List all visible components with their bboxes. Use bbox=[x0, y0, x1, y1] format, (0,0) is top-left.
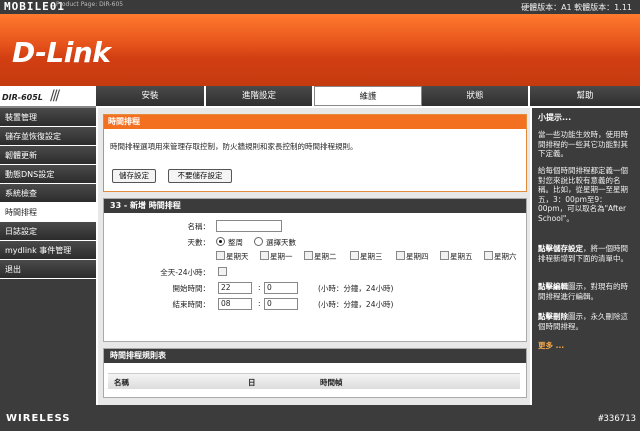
schedule-rules-list-section: 時間排程規則表 名稱 日 時間幀 bbox=[103, 348, 527, 398]
section-title: 時間排程 bbox=[104, 115, 526, 129]
day-label-sat: 星期六 bbox=[494, 252, 517, 261]
sidebar-item-logout[interactable]: 退出 bbox=[0, 260, 96, 279]
hardware-firmware-version: 硬體版本：A1 軟體版本：1.11 bbox=[521, 3, 632, 12]
dont-save-settings-button[interactable]: 不要儲存設定 bbox=[168, 169, 232, 183]
end-time-label: 結束時間： bbox=[172, 300, 211, 309]
start-hour-input[interactable]: 22 bbox=[218, 282, 252, 294]
tab-maintenance[interactable]: 維護 bbox=[314, 86, 422, 106]
sidebar-item-firmware-update[interactable]: 韌體更新 bbox=[0, 146, 96, 165]
brand-header: D-Link bbox=[0, 14, 640, 86]
dlink-logo: D-Link bbox=[12, 36, 111, 69]
name-label: 名稱： bbox=[187, 222, 211, 231]
day-checkbox-sat[interactable] bbox=[484, 251, 493, 260]
select-days-label: 選擇天數 bbox=[266, 238, 296, 247]
intro-description: 時間排程選項用來管理存取控制，防火牆規則和家長控制的時間排程規則。 bbox=[110, 142, 358, 151]
day-label-thu: 星期四 bbox=[406, 252, 429, 261]
day-checkbox-sun[interactable] bbox=[216, 251, 225, 260]
all-day-label: 全天-24小時： bbox=[160, 268, 210, 277]
time-format-hint: (小時：分鐘，24小時) bbox=[318, 300, 394, 309]
rules-table-header: 名稱 日 時間幀 bbox=[108, 373, 520, 389]
sidebar-item-system-check[interactable]: 系統檢查 bbox=[0, 184, 96, 203]
column-day: 日 bbox=[248, 378, 256, 387]
schedule-name-input[interactable] bbox=[216, 220, 282, 232]
help-bold: 點擊刪除 bbox=[538, 312, 568, 321]
save-settings-button[interactable]: 儲存設定 bbox=[112, 169, 156, 183]
sidebar-item-device-admin[interactable]: 裝置管理 bbox=[0, 108, 96, 127]
end-hour-input[interactable]: 08 bbox=[218, 298, 252, 310]
product-page-tag: Product Page: DIR-605 bbox=[56, 1, 124, 8]
help-panel: 小提示... 當一些功能生效時，使用時間排程的一些其它功能對其下定義。 給每個時… bbox=[532, 108, 640, 405]
post-id-watermark: #336713 bbox=[598, 414, 636, 424]
day-checkbox-fri[interactable] bbox=[440, 251, 449, 260]
main-content: 時間排程 時間排程選項用來管理存取控制，防火牆規則和家長控制的時間排程規則。 儲… bbox=[98, 108, 530, 405]
help-paragraph: 當一些功能生效時，使用時間排程的一些其它功能對其下定義。 bbox=[538, 130, 628, 158]
tab-help[interactable]: 幫助 bbox=[530, 86, 640, 106]
day-label-wed: 星期三 bbox=[360, 252, 383, 261]
footer: WIRELESS #336713 bbox=[0, 405, 640, 431]
day-label-fri: 星期五 bbox=[450, 252, 473, 261]
help-paragraph: 點擊編輯圖示，對現有的時間排程進行編輯。 bbox=[538, 282, 634, 301]
sidebar-item-mydlink-events[interactable]: mydlink 事件管理 bbox=[0, 241, 96, 260]
schedules-intro-section: 時間排程 時間排程選項用來管理存取控制，防火牆規則和家長控制的時間排程規則。 儲… bbox=[103, 114, 527, 192]
time-format-hint: (小時：分鐘，24小時) bbox=[318, 284, 394, 293]
day-label-sun: 星期天 bbox=[226, 252, 249, 261]
day-checkbox-mon[interactable] bbox=[260, 251, 269, 260]
day-checkbox-tue[interactable] bbox=[304, 251, 313, 260]
model-bar: DIR-605L /// bbox=[0, 86, 96, 108]
section-title: 33 - 新增 時間排程 bbox=[104, 199, 526, 213]
wireless-logo: WIRELESS bbox=[6, 413, 71, 424]
help-paragraph: 給每個時間排程都定義一個對您來說比較有意義的名稱。比如，從星期一至星期五，3：0… bbox=[538, 166, 628, 223]
help-bold: 點擊儲存設定 bbox=[538, 244, 583, 253]
select-days-radio[interactable] bbox=[254, 237, 263, 246]
main-tabs: 安裝 進階設定 維護 狀態 幫助 bbox=[96, 86, 640, 106]
day-label-tue: 星期二 bbox=[314, 252, 337, 261]
start-minute-input[interactable]: 0 bbox=[264, 282, 298, 294]
sidebar-item-save-restore[interactable]: 儲存並恢復設定 bbox=[0, 127, 96, 146]
day-checkbox-thu[interactable] bbox=[396, 251, 405, 260]
sidebar-item-schedules[interactable]: 時間排程 bbox=[0, 203, 96, 222]
day-label-mon: 星期一 bbox=[270, 252, 293, 261]
section-title: 時間排程規則表 bbox=[104, 349, 526, 363]
days-label: 天數： bbox=[187, 238, 211, 247]
model-slash-decoration: /// bbox=[50, 88, 60, 104]
column-name: 名稱 bbox=[114, 378, 129, 387]
top-bar: MOBILE01 Product Page: DIR-605 硬體版本：A1 軟… bbox=[0, 0, 640, 14]
time-separator: : bbox=[258, 283, 261, 292]
tab-status[interactable]: 狀態 bbox=[422, 86, 530, 106]
all-week-radio[interactable] bbox=[216, 237, 225, 246]
help-paragraph: 點擊儲存設定，將一個時間排程新增到下面的清單中。 bbox=[538, 244, 634, 263]
add-schedule-section: 33 - 新增 時間排程 名稱： 天數： 整周 選擇天數 星期天 星期一 星期二… bbox=[103, 198, 527, 342]
help-title: 小提示... bbox=[538, 113, 572, 122]
help-bold: 點擊編輯 bbox=[538, 282, 568, 291]
column-time-frame: 時間幀 bbox=[320, 378, 343, 387]
start-time-label: 開始時間： bbox=[172, 284, 211, 293]
sidebar-item-ddns[interactable]: 動態DNS設定 bbox=[0, 165, 96, 184]
time-separator: : bbox=[258, 299, 261, 308]
help-paragraph: 點擊刪除圖示，永久刪除這個時間排程。 bbox=[538, 312, 634, 331]
sidebar-item-log-settings[interactable]: 日誌設定 bbox=[0, 222, 96, 241]
help-more-link[interactable]: 更多 ... bbox=[538, 340, 564, 351]
end-minute-input[interactable]: 0 bbox=[264, 298, 298, 310]
sidebar: 裝置管理 儲存並恢復設定 韌體更新 動態DNS設定 系統檢查 時間排程 日誌設定… bbox=[0, 108, 96, 405]
all-day-checkbox[interactable] bbox=[218, 267, 227, 276]
model-label: DIR-605L bbox=[2, 93, 43, 102]
tab-advanced[interactable]: 進階設定 bbox=[206, 86, 314, 106]
tab-setup[interactable]: 安裝 bbox=[96, 86, 206, 106]
day-checkbox-wed[interactable] bbox=[350, 251, 359, 260]
all-week-label: 整周 bbox=[228, 238, 243, 247]
